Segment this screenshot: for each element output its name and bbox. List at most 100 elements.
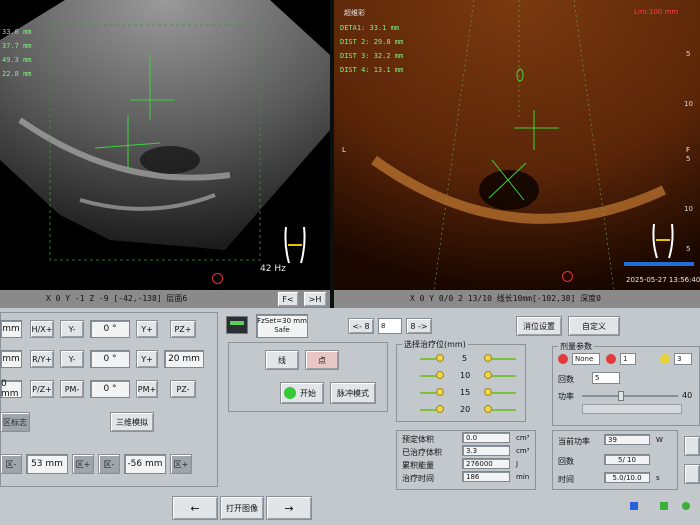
- power-label: 功率: [558, 392, 574, 401]
- nav-select-value: 8: [381, 322, 386, 330]
- nav-next-button[interactable]: 8 ->: [406, 318, 432, 334]
- count-label: 回数: [558, 457, 574, 466]
- depth-knob-left-1[interactable]: [436, 354, 444, 362]
- prev-arrow-button[interactable]: ←: [172, 496, 218, 520]
- side-button-2[interactable]: [684, 464, 700, 484]
- status-icon-3: [682, 502, 690, 510]
- depth-label-1: 5: [462, 354, 468, 363]
- unit-field-1[interactable]: mm: [0, 320, 22, 338]
- start-indicator-icon: [284, 387, 296, 399]
- right-record-icon: [562, 271, 573, 282]
- angle-field-1[interactable]: 0 °: [90, 320, 130, 338]
- distance-field[interactable]: 20 mm: [164, 350, 204, 368]
- next-arrow-button[interactable]: →: [266, 496, 312, 520]
- yellow-indicator-icon: [660, 354, 670, 364]
- angle-field-2[interactable]: 0 °: [90, 350, 130, 368]
- zone-minus-button-2[interactable]: 区-: [98, 454, 120, 474]
- times-select-value: 5: [595, 374, 600, 382]
- stat-value-3: 276000: [462, 458, 510, 469]
- none-select[interactable]: None: [572, 353, 600, 365]
- power-value: 40: [682, 391, 693, 400]
- y-plus-button-2[interactable]: Y+: [136, 350, 158, 368]
- depth-knob-right-2[interactable]: [484, 371, 492, 379]
- depth-knob-left-3[interactable]: [436, 388, 444, 396]
- scale-label-4: 10: [684, 205, 693, 213]
- status-icon-1: [630, 502, 638, 510]
- times-select[interactable]: 5: [592, 372, 620, 384]
- frame-back-button[interactable]: F<: [277, 291, 299, 307]
- left-ultrasound-view: 33.0 mm 37.7 mm 49.3 mm 22.8 mm 42 Hz: [0, 0, 330, 290]
- zone-distance-field-2[interactable]: -56 mm: [124, 454, 166, 474]
- stat-unit-3: J: [516, 460, 519, 468]
- stat-label-2: 已治疗体积: [402, 448, 442, 457]
- depth-knob-left-4[interactable]: [436, 405, 444, 413]
- frame-forward-button[interactable]: >H: [303, 291, 327, 307]
- status-icon-2: [660, 502, 668, 510]
- stat-label-3: 累积能量: [402, 461, 434, 470]
- depth-knob-right-3[interactable]: [484, 388, 492, 396]
- line-mode-button[interactable]: 线: [265, 350, 299, 370]
- left-readout-1: 33.0 mm: [2, 28, 32, 36]
- y-minus-button-1[interactable]: Y-: [60, 320, 84, 338]
- count-value: 5/ 10: [604, 454, 650, 465]
- nav-prev-button[interactable]: <- 8: [348, 318, 374, 334]
- left-readout-2: 37.7 mm: [2, 42, 32, 50]
- custom-button[interactable]: 自定义: [568, 316, 620, 336]
- unit-field-2[interactable]: mm: [0, 350, 22, 368]
- point-mode-button[interactable]: 点: [305, 350, 339, 370]
- right-status-bar: X 0 Y 0/0 2 13/10 线长10mm[-102,38] 深度0: [334, 290, 700, 308]
- start-label: 开始: [300, 388, 316, 398]
- pz-plus-button[interactable]: PZ+: [170, 320, 196, 338]
- depth-knob-right-1[interactable]: [484, 354, 492, 362]
- zone-distance-field-1[interactable]: 53 mm: [26, 454, 68, 474]
- power-slider-knob[interactable]: [618, 391, 624, 401]
- zone-plus-button-2[interactable]: 区+: [170, 454, 192, 474]
- right-readout-3: DIST 3: 32.2 mm: [340, 52, 404, 60]
- zone-minus-button-1[interactable]: 区-: [0, 454, 22, 474]
- depth-select-title: 选择治疗位(mm): [402, 339, 468, 350]
- y-plus-button-1[interactable]: Y+: [136, 320, 158, 338]
- pulse-mode-button[interactable]: 脉冲模式: [330, 382, 376, 404]
- zone-mark-button[interactable]: 区标志: [0, 412, 30, 432]
- stat-label-1: 预定体积: [402, 435, 434, 444]
- angle-field-3[interactable]: 0 °: [90, 380, 130, 398]
- hx-plus-button[interactable]: H/X+: [30, 320, 54, 338]
- stat-unit-4: min: [516, 473, 530, 481]
- start-button[interactable]: 开始: [280, 382, 324, 404]
- current-power-label: 当前功率: [558, 437, 590, 446]
- power-slider[interactable]: [582, 395, 678, 397]
- right-ultrasound-view: 超维彩 Lim:100 mm DETA1: 33.1 mm DIST 2: 29…: [334, 0, 700, 290]
- time-value: 5.0/10.0: [604, 472, 650, 483]
- 3d-simulation-button[interactable]: 三维模拟: [110, 412, 154, 432]
- marker-f: F: [686, 146, 691, 154]
- nav-select[interactable]: 8: [378, 318, 402, 334]
- num-field-1[interactable]: 1: [620, 353, 636, 365]
- pm-minus-button[interactable]: PM-: [60, 380, 84, 398]
- red-indicator-icon: [558, 354, 568, 364]
- stat-value-2: 3.3: [462, 445, 510, 456]
- zone-plus-button-1[interactable]: 区+: [72, 454, 94, 474]
- depth-knob-left-2[interactable]: [436, 371, 444, 379]
- ry-plus-button[interactable]: R/Y+: [30, 350, 54, 368]
- open-image-button[interactable]: 打开图像: [220, 496, 264, 520]
- date-label: 2025-05-27 13:56:40: [626, 276, 700, 284]
- scale-label-5: 5: [686, 245, 691, 253]
- pz-minus-button[interactable]: PZ-: [170, 380, 196, 398]
- depth-knob-right-4[interactable]: [484, 405, 492, 413]
- unit-field-3[interactable]: 0 mm: [0, 379, 22, 399]
- num-field-2[interactable]: 3: [674, 353, 692, 365]
- scale-label-2: 10: [684, 100, 693, 108]
- side-button-1[interactable]: [684, 436, 700, 456]
- y-minus-button-2[interactable]: Y-: [60, 350, 84, 368]
- monitor-icon: [226, 316, 248, 334]
- current-power-value: 39: [604, 434, 650, 445]
- marker-l: L: [342, 146, 346, 154]
- position-setting-button[interactable]: 消位设置: [516, 316, 562, 336]
- right-limit-label: Lim:100 mm: [634, 8, 679, 16]
- pz-plus-button-2[interactable]: P/Z+: [30, 380, 54, 398]
- fz-set-display: FzSet=30 mm Safe: [256, 314, 308, 338]
- time-unit: s: [656, 474, 660, 482]
- pm-plus-button[interactable]: PM+: [136, 380, 158, 398]
- stat-unit-2: cm³: [516, 447, 530, 455]
- frequency-label: 42 Hz: [260, 264, 286, 274]
